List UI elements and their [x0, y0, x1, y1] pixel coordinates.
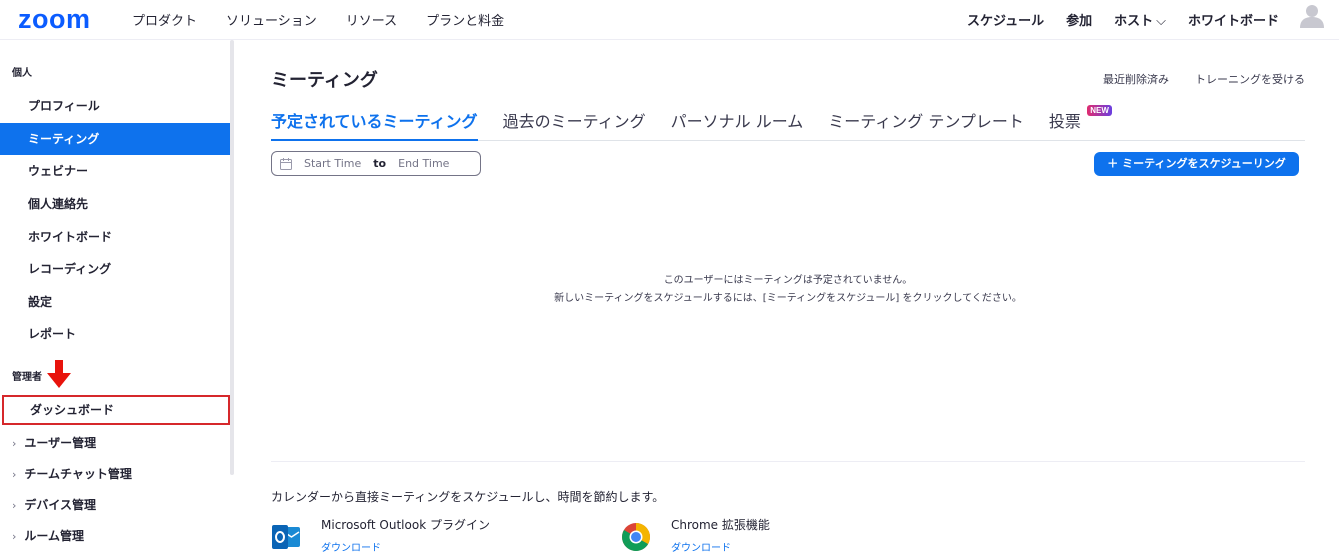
page-title: ミーティング: [271, 70, 378, 91]
sidebar-item-profile[interactable]: プロフィール: [0, 90, 230, 122]
nav-resources[interactable]: リソース: [346, 10, 397, 29]
date-range-picker[interactable]: Start Time to End Time: [271, 151, 481, 176]
sidebar-item-team-chat-management[interactable]: › チームチャット管理: [12, 465, 132, 482]
empty-state-hint: 新しいミーティングをスケジュールするには、[ミーティングをスケジュール] をクリ…: [554, 293, 1022, 304]
sidebar-scrollbar[interactable]: [230, 40, 234, 475]
outlook-plugin: Microsoft Outlook プラグイン ダウンロード: [271, 516, 490, 554]
schedule-meeting-button[interactable]: ＋ ミーティングをスケジューリング: [1094, 152, 1299, 176]
start-time-input[interactable]: Start Time: [304, 157, 361, 170]
end-time-input[interactable]: End Time: [398, 157, 449, 170]
meeting-tabs: 予定されているミーティング 過去のミーティング パーソナル ルーム ミーティング…: [271, 105, 1305, 141]
sidebar-section-personal: 個人: [12, 68, 32, 79]
new-badge: NEW: [1087, 105, 1112, 116]
sidebar-item-user-management[interactable]: › ユーザー管理: [12, 434, 96, 451]
recently-deleted-link[interactable]: 最近削除済み: [1103, 71, 1169, 87]
chevron-right-icon: ›: [12, 499, 17, 512]
sidebar-item-device-management[interactable]: › デバイス管理: [12, 496, 96, 513]
chrome-icon: [622, 523, 650, 551]
nav-plans-pricing[interactable]: プランと料金: [426, 10, 504, 29]
section-divider: [271, 461, 1305, 462]
calendar-promo-text: カレンダーから直接ミーティングをスケジュールし、時間を節約します。: [271, 490, 665, 504]
nav-host-label: ホスト: [1114, 14, 1154, 29]
sidebar-item-label: ルーム管理: [24, 529, 85, 543]
chevron-right-icon: ›: [12, 437, 17, 450]
sidebar-item-whiteboards[interactable]: ホワイトボード: [0, 221, 230, 253]
page-top-links: 最近削除済み トレーニングを受ける: [1077, 71, 1305, 87]
zoom-logo[interactable]: zoom: [18, 4, 91, 35]
top-navigation-bar: zoom プロダクト ソリューション リソース プランと料金 スケジュール 参加…: [0, 0, 1339, 40]
top-nav-right: スケジュール 参加 ホスト ⌵ ホワイトボード: [945, 10, 1279, 29]
outlook-plugin-title: Microsoft Outlook プラグイン: [321, 518, 490, 532]
tab-personal-room[interactable]: パーソナル ルーム: [671, 108, 804, 141]
nav-host[interactable]: ホスト ⌵: [1114, 10, 1166, 29]
empty-state-message: このユーザーにはミーティングは予定されていません。: [663, 275, 913, 286]
nav-join[interactable]: 参加: [1066, 10, 1092, 29]
nav-schedule[interactable]: スケジュール: [967, 10, 1044, 29]
nav-product[interactable]: プロダクト: [132, 10, 197, 29]
sidebar-item-label: チームチャット管理: [24, 467, 132, 481]
calendar-icon: [280, 157, 292, 170]
user-avatar-icon[interactable]: [1299, 2, 1325, 28]
sidebar-item-label: デバイス管理: [24, 498, 97, 512]
sidebar-item-recordings[interactable]: レコーディング: [0, 253, 230, 285]
outlook-download-link[interactable]: ダウンロード: [321, 539, 490, 554]
chevron-right-icon: ›: [12, 530, 17, 543]
outlook-icon: [272, 525, 300, 549]
training-link[interactable]: トレーニングを受ける: [1195, 71, 1305, 87]
tab-previous-meetings[interactable]: 過去のミーティング: [503, 108, 646, 141]
tab-meeting-templates[interactable]: ミーティング テンプレート: [828, 108, 1024, 141]
sidebar-item-label: ユーザー管理: [24, 436, 97, 450]
sidebar-section-admin: 管理者: [12, 372, 42, 383]
sidebar-item-webinars[interactable]: ウェビナー: [0, 155, 230, 187]
sidebar-item-contacts[interactable]: 個人連絡先: [0, 188, 230, 220]
sidebar-item-room-management[interactable]: › ルーム管理: [12, 527, 84, 544]
chrome-extension-text: Chrome 拡張機能 ダウンロード: [671, 516, 770, 554]
sidebar-item-dashboard[interactable]: ダッシュボード: [2, 395, 230, 425]
red-down-arrow-icon: [47, 360, 71, 388]
outlook-plugin-text: Microsoft Outlook プラグイン ダウンロード: [321, 516, 490, 554]
chevron-right-icon: ›: [12, 468, 17, 481]
top-nav-left: プロダクト ソリューション リソース プランと料金: [132, 10, 533, 29]
nav-whiteboard[interactable]: ホワイトボード: [1188, 10, 1279, 29]
chrome-extension: Chrome 拡張機能 ダウンロード: [621, 516, 770, 554]
tab-polls[interactable]: 投票 NEW: [1048, 105, 1112, 141]
sidebar-item-reports[interactable]: レポート: [0, 318, 230, 350]
chrome-download-link[interactable]: ダウンロード: [671, 539, 770, 554]
date-range-to: to: [373, 157, 387, 170]
sidebar-item-meetings[interactable]: ミーティング: [0, 123, 230, 155]
chevron-down-icon: ⌵: [1156, 14, 1166, 29]
nav-solutions[interactable]: ソリューション: [226, 10, 317, 29]
tab-polls-label: 投票: [1048, 112, 1081, 131]
chrome-extension-title: Chrome 拡張機能: [671, 518, 770, 532]
tab-upcoming-meetings[interactable]: 予定されているミーティング: [271, 108, 478, 141]
sidebar-item-settings[interactable]: 設定: [0, 286, 230, 318]
